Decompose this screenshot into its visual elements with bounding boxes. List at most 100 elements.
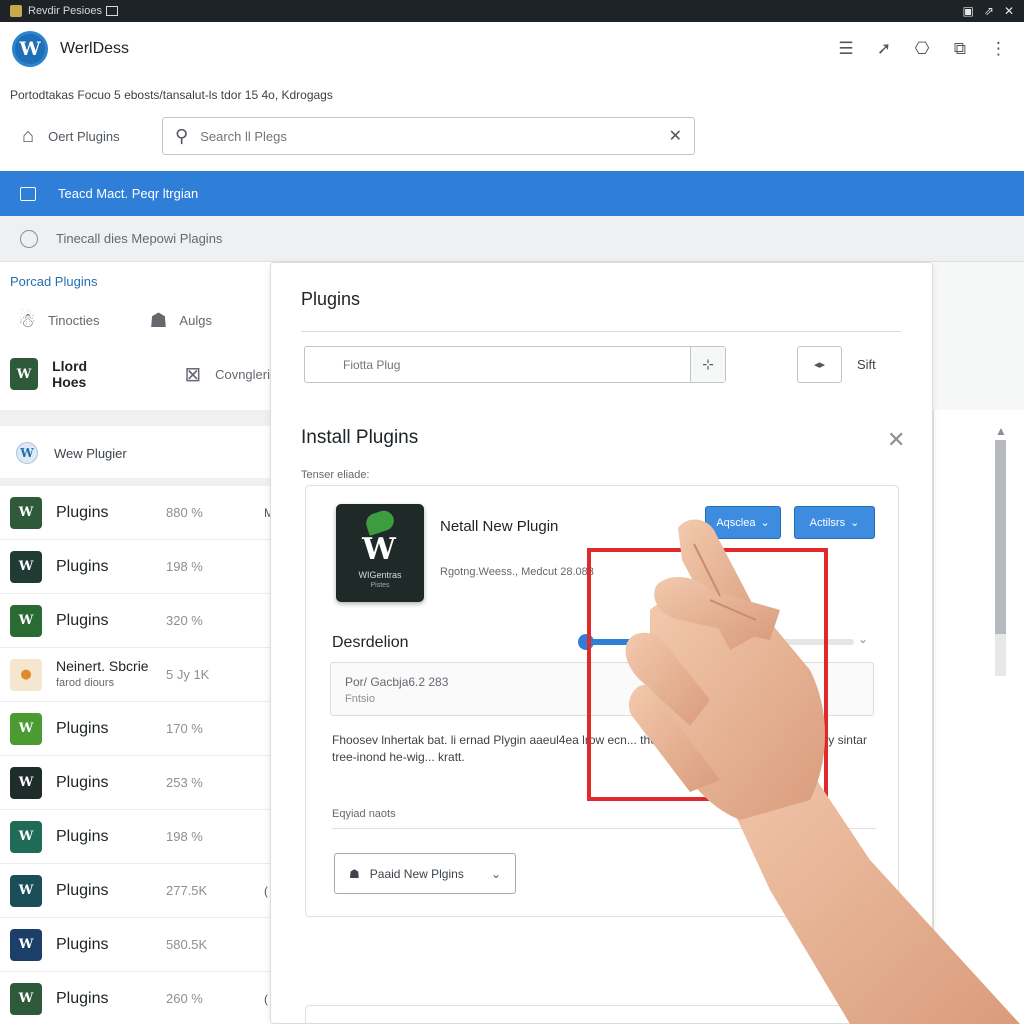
filter-add-icon[interactable]: ⊹	[690, 347, 725, 382]
plugin-icon: W	[10, 604, 42, 637]
app-icon	[10, 5, 22, 17]
left-panel-title[interactable]: Porcad Plugins	[10, 274, 97, 289]
plugin-name-text: Plugins	[56, 881, 109, 899]
plugin-name: Plugins	[56, 882, 166, 900]
sort-toggle-icon[interactable]: ◂▸	[797, 346, 842, 383]
chevron-down-icon: ⌄	[850, 517, 860, 529]
plugin-name: Plugins	[56, 990, 166, 1008]
search-icon: ⚲	[175, 125, 189, 146]
plugin-list-row[interactable]: W Plugins 170 %	[0, 702, 270, 756]
plugin-name-text: Plugins	[56, 503, 109, 521]
filter-input[interactable]	[305, 357, 690, 372]
plugin-name: Plugins	[56, 828, 166, 846]
list-divider	[0, 478, 270, 486]
scrollbar-thumb[interactable]	[995, 440, 1006, 634]
primary-action-button[interactable]: Aqsclea ⌄	[705, 506, 781, 539]
bag-icon[interactable]: ⎔	[914, 39, 930, 59]
secondary-menu-label: Tinecall dies Mepowi Plagins	[56, 231, 223, 246]
secondary-menu-bar[interactable]: Tinecall dies Mepowi Plagins	[0, 216, 1024, 262]
more-icon[interactable]: ⋮	[990, 39, 1007, 59]
maximize-icon[interactable]: ⇗	[984, 4, 994, 18]
plugin-list-row[interactable]: W Plugins 277.5K (	[0, 864, 270, 918]
new-plugins-label: Wew Plugier	[54, 445, 127, 461]
featured-plugin-icon: W	[10, 358, 39, 390]
plugin-name-text: Plugins	[56, 827, 109, 845]
section-divider	[0, 410, 270, 426]
plugin-value: 5 Jy 1K	[166, 667, 210, 682]
plugin-name: Plugins	[56, 936, 166, 954]
plugin-list-row[interactable]: W Plugins 260 % (	[0, 972, 270, 1024]
window-menu-icon[interactable]	[105, 6, 118, 16]
featured-plugin-label[interactable]: Llord Hoes	[52, 358, 116, 390]
actions-label: Actilsrs	[809, 516, 846, 529]
wordpress-glyph-icon: W	[362, 532, 396, 567]
minimize-icon[interactable]: ▣	[963, 4, 974, 18]
plugin-list-row[interactable]: W Plugins 198 %	[0, 540, 270, 594]
sort-label[interactable]: Sift	[857, 357, 876, 372]
plugin-icon: W	[10, 766, 42, 799]
plugin-icon: W	[10, 982, 42, 1015]
version-subline: Fntsio	[345, 693, 375, 705]
plugin-name-text: Plugins	[56, 719, 109, 737]
image-icon: ⊠	[184, 363, 202, 386]
plugin-meta: Rgotng.Weess., Medcut 28.083	[440, 566, 594, 578]
pin-icon[interactable]: ➚	[876, 39, 892, 59]
plugin-list-row[interactable]: W Plugins 880 % M	[0, 486, 274, 540]
plugin-thumbnail: W WIGentras Pistes	[336, 504, 424, 602]
home-icon[interactable]: ⌂	[22, 125, 34, 148]
plugin-name-text: Plugins	[56, 557, 109, 575]
plugin-icon: ●	[10, 658, 42, 691]
chevron-down-icon: ⌄	[490, 866, 501, 881]
plugin-list: W Plugins 880 % M W Plugins 198 % W Plugins 320 %…	[0, 486, 274, 1024]
search-input[interactable]	[200, 128, 669, 144]
secondary-feature-label[interactable]: Covngleri	[215, 367, 270, 382]
plugin-value: 198 %	[166, 559, 203, 574]
actions-button[interactable]: Actilsrs ⌄	[794, 506, 875, 539]
left-filter-row: ☃ Tinocties ☗ Aulgs	[18, 308, 212, 333]
scroll-up-icon[interactable]: ▲	[995, 424, 1007, 438]
description-label: Desrdelion	[332, 634, 409, 651]
expand-chevron-icon[interactable]: ⌄	[858, 632, 868, 646]
plugin-name-text: Neinert. Sbcrie	[56, 657, 149, 674]
wordpress-logo-icon[interactable]: W	[12, 31, 48, 67]
card-title: Plugins	[301, 289, 361, 309]
toolbar-label[interactable]: Oert Plugins	[48, 129, 120, 144]
new-plugins-link[interactable]: W Wew Plugier	[16, 442, 127, 464]
close-icon[interactable]: ✕	[887, 427, 905, 453]
active-menu-bar[interactable]: Teacd Mact. Peqr ltrgian	[0, 171, 1024, 216]
wordpress-small-icon: W	[16, 442, 38, 464]
menu-icon[interactable]: ☰	[838, 39, 854, 59]
card-divider	[301, 331, 901, 332]
plugin-name: Plugins	[56, 720, 166, 738]
requirements-label: Eqyiad naots	[332, 808, 396, 820]
plugin-list-row[interactable]: W Plugins 580.5K	[0, 918, 270, 972]
plugin-title: Netall New Plugin	[440, 518, 559, 535]
clock-icon	[20, 229, 38, 248]
filter-box: ⊹	[304, 346, 726, 383]
left-feature-row: W Llord Hoes ⊠ Covngleri	[10, 358, 270, 390]
close-window-icon[interactable]: ✕	[1004, 4, 1014, 18]
camera-icon[interactable]: ⧉	[952, 39, 968, 59]
plugin-icon: W	[10, 874, 42, 907]
thumbnail-caption-sub: Pistes	[370, 582, 390, 589]
next-panel-edge	[305, 1005, 899, 1024]
plugin-name: Plugins	[56, 558, 166, 576]
plugin-list-row[interactable]: W Plugins 253 %	[0, 756, 270, 810]
clear-search-icon[interactable]: ✕	[669, 126, 682, 146]
plugin-icon: W	[10, 820, 42, 853]
plugin-value: 320 %	[166, 613, 203, 628]
filter-tab-1[interactable]: Tinocties	[48, 313, 100, 328]
plugin-value: 277.5K	[166, 883, 208, 898]
chevron-down-icon: ⌄	[760, 517, 770, 529]
plugin-list-row[interactable]: W Plugins 198 %	[0, 810, 270, 864]
primary-action-label: Aqsclea	[716, 516, 756, 529]
install-title: Install Plugins	[301, 427, 419, 448]
filter-tab-2[interactable]: Aulgs	[179, 313, 212, 328]
plugin-list-row[interactable]: ● Neinert. Sbcrie farod diours 5 Jy 1K	[0, 648, 270, 702]
plugin-subtitle: farod diours	[56, 676, 115, 689]
plugin-value: 580.5K	[166, 937, 208, 952]
add-new-plugins-button[interactable]: ☗ Paaid New Plgins ⌄	[334, 853, 516, 894]
plugin-value: 260 %	[166, 991, 203, 1006]
plugin-list-row[interactable]: W Plugins 320 %	[0, 594, 270, 648]
window-title: Revdir Pesioes	[28, 5, 102, 17]
